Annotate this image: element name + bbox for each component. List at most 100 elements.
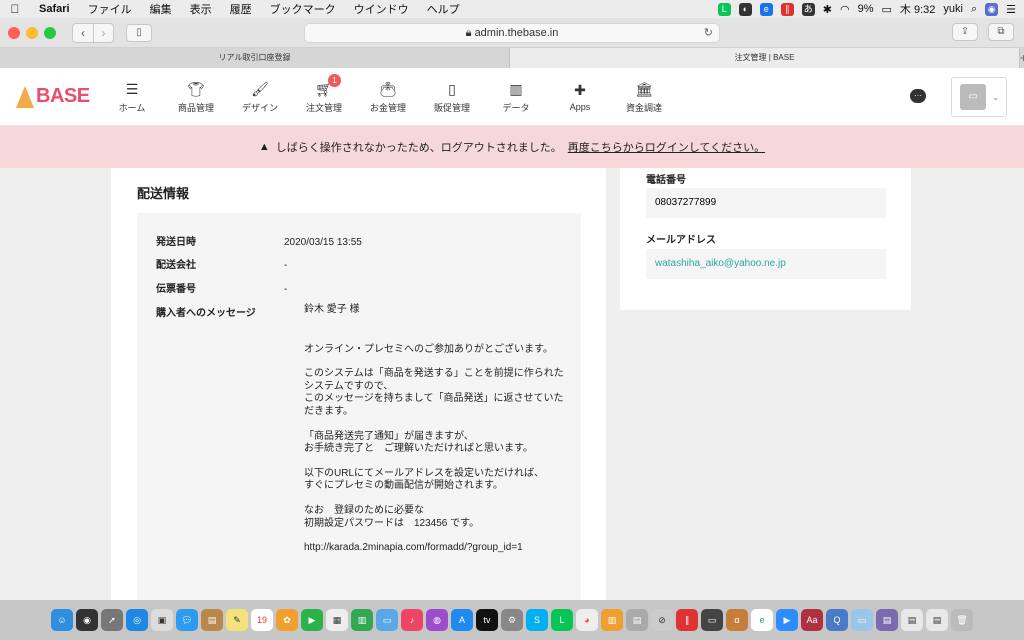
messages-icon[interactable]: 💬︎ [176, 609, 198, 631]
parallels-icon[interactable]: ∥ [676, 609, 698, 631]
app-store-icon[interactable]: A [451, 609, 473, 631]
battery-percent[interactable]: 9% [858, 3, 874, 15]
contacts-icon[interactable]: ▤ [201, 609, 223, 631]
carrier-label: 配送会社 [156, 260, 196, 271]
minimize-window-button[interactable] [26, 26, 38, 39]
notification-center-icon[interactable]: ☰ [1006, 3, 1016, 16]
zoom-icon[interactable]: ▶ [776, 609, 798, 631]
alpaca-icon[interactable]: α [726, 609, 748, 631]
message-row: 購入者へのメッセージ [156, 304, 284, 319]
menu-app-name[interactable]: Safari [30, 3, 79, 15]
base-logo[interactable]: BASE [0, 85, 100, 108]
email-value[interactable]: watashiha_aiko@yahoo.ne.jp [646, 249, 886, 279]
line-app-icon[interactable]: L [551, 609, 573, 631]
eset-status-icon[interactable]: e [759, 2, 773, 16]
document-icon[interactable]: ▤ [876, 609, 898, 631]
chrome-icon[interactable]: ◕ [576, 609, 598, 631]
chat-icon[interactable]: ··· [910, 89, 926, 103]
launchpad-icon[interactable]: ➚ [101, 609, 123, 631]
relogin-link[interactable]: 再度こちらからログインしてください。 [568, 139, 765, 155]
sidebar-toggle-button[interactable]: ▯ [126, 23, 152, 42]
list-icon: ☰ [125, 80, 139, 97]
document-icon[interactable]: ▤ [926, 609, 948, 631]
menu-history[interactable]: 履歴 [221, 1, 261, 17]
shop-switcher-button[interactable]: ▭ ⌄ [951, 77, 1007, 117]
nav-promotion[interactable]: ▯ 販促管理 [420, 80, 484, 114]
numbers-icon[interactable]: ▥ [351, 609, 373, 631]
siri-dock-icon[interactable]: ◉ [76, 609, 98, 631]
message-paragraph: 鈴木 愛子 様 [304, 304, 360, 315]
printer-icon[interactable]: ▭ [701, 609, 723, 631]
tracking-row: 伝票番号 - [156, 280, 287, 295]
document-icon[interactable]: ▤ [901, 609, 923, 631]
nav-funding[interactable]: 🏛︎ 資金調達 [612, 80, 676, 114]
menu-edit[interactable]: 編集 [141, 1, 181, 17]
macos-dock: ☺ ◉ ➚ ◎ ▣ 💬︎ ▤ ✎ 19 ✿ ▶ ▦ ▥ ▭ ♪ ◍ A tv ⚙… [0, 600, 1024, 640]
nav-orders[interactable]: 🛒︎ 1 注文管理 [292, 73, 356, 114]
new-tab-button[interactable]: + [1020, 48, 1024, 68]
menu-bookmarks[interactable]: ブックマーク [261, 1, 345, 17]
notes-icon[interactable]: ✎ [226, 609, 248, 631]
system-preferences-icon[interactable]: ⚙ [501, 609, 523, 631]
nav-data[interactable]: ▥ データ [484, 80, 548, 114]
skype-icon[interactable]: S [526, 609, 548, 631]
safari-toolbar: ‹ › ▯ 🔒︎ admin.thebase.in ↻ ⇪ ⧉ [0, 18, 1024, 48]
menu-file[interactable]: ファイル [79, 1, 141, 17]
reload-icon[interactable]: ↻ [704, 24, 713, 42]
address-bar[interactable]: 🔒︎ admin.thebase.in ↻ [304, 23, 720, 43]
wifi-icon[interactable]: ◠ [840, 3, 850, 16]
nav-home[interactable]: ☰ ホーム [100, 80, 164, 114]
calendar-icon[interactable]: 19 [251, 609, 273, 631]
apple-tv-icon[interactable]: tv [476, 609, 498, 631]
tabs-overview-button[interactable]: ⧉ [988, 23, 1014, 41]
music-icon[interactable]: ♪ [401, 609, 423, 631]
quicktime-icon[interactable]: Q [826, 609, 848, 631]
zoom-window-button[interactable] [44, 26, 56, 39]
menu-help[interactable]: ヘルプ [418, 1, 469, 17]
battery-icon[interactable]: ▭ [882, 3, 892, 16]
facetime-icon[interactable]: ▶ [301, 609, 323, 631]
parallels-status-icon[interactable]: ∥ [780, 2, 794, 16]
downloads-folder-icon[interactable]: ▭ [851, 609, 873, 631]
photos-icon[interactable]: ✿ [276, 609, 298, 631]
line-status-icon[interactable]: L [717, 2, 731, 16]
podcasts-icon[interactable]: ◍ [426, 609, 448, 631]
lock-icon: 🔒︎ [465, 27, 472, 39]
menu-view[interactable]: 表示 [181, 1, 221, 17]
clock[interactable]: 木 9:32 [900, 1, 935, 17]
apple-icon[interactable]:  [0, 2, 30, 16]
base-nav: BASE ☰ ホーム 👕︎ 商品管理 🖌︎ デザイン 🛒︎ 1 注文管理 👛︎ … [0, 68, 1024, 126]
tab-real-account[interactable]: リアル取引口座登録 [0, 48, 510, 68]
photo-icon[interactable]: ▣ [151, 609, 173, 631]
message-label: 購入者へのメッセージ [156, 308, 256, 319]
finder-icon[interactable]: ☺ [51, 609, 73, 631]
back-button[interactable]: ‹ [73, 24, 93, 42]
alert-text: しばらく操作されなかったため、ログアウトされました。 [275, 142, 562, 154]
spotlight-icon[interactable]: ⌕ [971, 3, 977, 16]
nav-products[interactable]: 👕︎ 商品管理 [164, 80, 228, 114]
input-method-icon[interactable]: あ [801, 2, 815, 16]
nav-apps[interactable]: ✚ Apps [548, 81, 612, 112]
nav-design[interactable]: 🖌︎ デザイン [228, 80, 292, 114]
nav-money[interactable]: 👛︎ お金管理 [356, 80, 420, 114]
status-icon[interactable]: ◐ [738, 2, 752, 16]
tab-order-management[interactable]: 注文管理 | BASE [510, 48, 1020, 68]
forward-button[interactable]: › [93, 23, 113, 42]
keynote-icon[interactable]: ▭ [376, 609, 398, 631]
eset-icon[interactable]: e [751, 609, 773, 631]
safari-icon[interactable]: ◎ [126, 609, 148, 631]
carrier-value: - [284, 260, 288, 271]
close-window-button[interactable] [8, 26, 20, 39]
books-icon[interactable]: ▥ [601, 609, 623, 631]
puzzle-icon: ✚ [574, 82, 586, 98]
trash-icon[interactable]: 🗑︎ [951, 609, 973, 631]
siri-icon[interactable]: ◉ [985, 2, 999, 16]
user-name[interactable]: yuki [943, 3, 963, 15]
utility-icon[interactable]: ▤ [626, 609, 648, 631]
menu-window[interactable]: ウインドウ [345, 1, 418, 17]
bluetooth-icon[interactable]: ✱ [823, 3, 832, 16]
preview-icon[interactable]: ▦ [326, 609, 348, 631]
share-button[interactable]: ⇪ [952, 23, 978, 41]
disk-utility-icon[interactable]: ⊘ [651, 609, 673, 631]
dictionary-icon[interactable]: Aa [801, 609, 823, 631]
